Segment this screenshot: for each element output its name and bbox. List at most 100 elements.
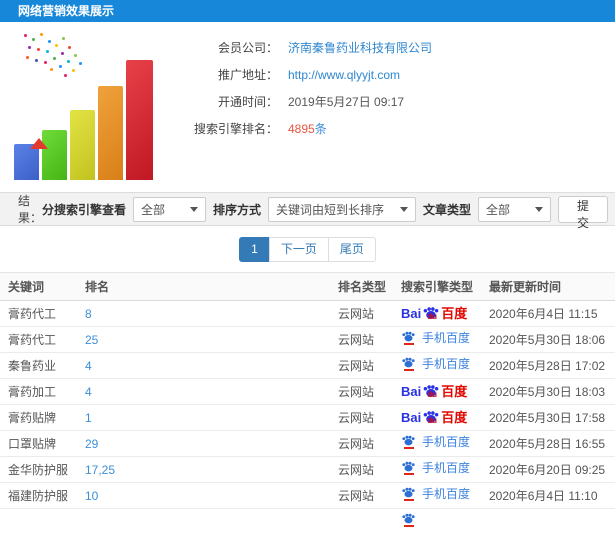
baidu-paw-icon [401,331,416,342]
rank-type-cell: 云网站 [338,482,401,509]
member-company-link[interactable]: 济南秦鲁药业科技有限公司 [288,39,432,56]
baidu-paw-icon [401,461,416,472]
growth-arrow-icon [30,124,48,149]
mobile-baidu-logo: 手机百度 [401,461,470,475]
engine-rank-unit: 条 [314,122,327,136]
rank-link[interactable]: 4 [85,385,92,399]
rank-link[interactable]: 10 [85,489,98,503]
baidu-logo: Bai du 百度 [401,383,468,400]
updated-cell: 2020年5月28日 16:55 [489,430,615,457]
keyword-cell: 膏药加工 [0,378,85,405]
updated-cell: 2020年6月20日 09:25 [489,456,615,483]
pagination-group: 1 下一页 尾页 [239,236,376,262]
page-1-button[interactable]: 1 [239,236,270,262]
rank-type-cell: 云网站 [338,326,401,353]
rank-link[interactable]: 25 [85,333,98,347]
last-page-button[interactable]: 尾页 [327,236,376,262]
keyword-cell: 口罩贴牌 [0,430,85,457]
rank-link[interactable]: 1 [85,411,92,425]
paw-underline [403,525,414,528]
updated-cell: 2020年6月4日 11:15 [489,300,615,327]
table-row: 秦鲁药业 4 云网站 手机百度 2020年5月28日 17:02 [0,352,615,379]
rank-link[interactable]: 29 [85,437,98,451]
pagination-bar: 1 下一页 尾页 [0,226,615,272]
rank-type-cell: 云网站 [338,378,401,405]
open-time-label: 开通时间： [217,95,278,109]
keyword-cell: 膏药贴牌 [0,404,85,431]
chevron-down-icon [400,206,408,212]
mobile-baidu-logo: 手机百度 [401,357,470,371]
engine-cell: 手机百度 [401,456,489,483]
keyword-cell: 膏药代工 [0,300,85,327]
engine-filter-label: 分搜索引擎查看 [42,202,127,217]
mobile-baidu-logo [401,513,416,528]
keyword-cell: 膏药代工 [0,326,85,353]
baidu-logo: Bai du 百度 [401,305,468,322]
paw-underline [403,499,414,501]
article-type-select[interactable]: 全部 [478,196,551,222]
open-time-value: 2019年5月27日 09:17 [288,95,405,109]
table-row: 金华防护服 17,25 云网站 手机百度 2020年6月20日 09:25 [0,456,615,483]
engine-cell: 手机百度 [401,430,489,457]
table-row: 膏药代工 8 云网站 Bai du 百度 2020年6月4日 11:15 [0,300,615,327]
filter-bar: 结果： 分搜索引擎查看 全部 排序方式 关键词由短到长排序 文章类型 全部 提交 [0,192,615,230]
engine-filter-select[interactable]: 全部 [133,196,206,222]
baidu-paw-icon [401,513,416,524]
engine-rank-row: 搜索引擎排名： 4895条 [192,115,432,142]
keyword-cell: 金华防护服 [0,456,85,483]
rank-type-cell: 云网站 [338,430,401,457]
promo-url-link[interactable]: http://www.qlyyjt.com [288,68,400,82]
rank-link[interactable]: 4 [85,359,92,373]
member-info-section: 会员公司： 济南秦鲁药业科技有限公司 推广地址： http://www.qlyy… [0,22,615,192]
mobile-baidu-logo: 手机百度 [401,435,470,449]
engine-cell [401,509,489,535]
engine-filter-value: 全部 [141,202,166,217]
updated-cell: 2020年5月30日 18:06 [489,326,615,353]
sort-filter-label: 排序方式 [212,202,261,217]
col-rank-type: 排名类型 [338,272,401,301]
engine-rank-count: 4895 [288,122,315,136]
open-time-row: 开通时间： 2019年5月27日 09:17 [192,88,432,115]
engine-cell: 手机百度 [401,326,489,353]
baidu-paw-icon [401,487,416,498]
chevron-down-icon [189,206,198,212]
rank-type-cell: 云网站 [338,352,401,379]
submit-button[interactable]: 提交 [557,195,609,230]
col-rank: 排名 [85,272,338,301]
updated-cell: 2020年6月4日 11:10 [489,482,615,509]
col-engine-type: 搜索引擎类型 [401,272,489,301]
engine-cell: 手机百度 [401,482,489,509]
table-row: 膏药贴牌 1 云网站 Bai du 百度 2020年5月30日 17:58 [0,404,615,431]
updated-cell: 2020年5月30日 17:58 [489,404,615,431]
promo-url-row: 推广地址： http://www.qlyyjt.com [192,61,432,88]
results-table: 关键词 排名 排名类型 搜索引擎类型 最新更新时间 膏药代工 8 云网站 Bai… [0,272,615,535]
table-row-partial [0,509,615,535]
mobile-baidu-logo: 手机百度 [401,331,470,345]
promo-url-label: 推广地址： [217,68,278,82]
rank-type-cell: 云网站 [338,300,401,327]
sort-filter-value: 关键词由短到长排序 [276,202,385,217]
filter-controls: 分搜索引擎查看 全部 排序方式 关键词由短到长排序 文章类型 全部 提交 [42,195,609,230]
member-info-fields: 会员公司： 济南秦鲁药业科技有限公司 推广地址： http://www.qlyy… [192,22,432,142]
table-row: 膏药加工 4 云网站 Bai du 百度 2020年5月30日 18:03 [0,378,615,405]
result-label: 结果： [18,194,43,225]
mobile-baidu-logo: 手机百度 [401,487,470,501]
page-title-bar: 网络营销效果展示 [0,0,615,22]
rank-link[interactable]: 17,25 [85,463,115,477]
page-title: 网络营销效果展示 [18,4,115,18]
paw-underline [403,369,414,371]
table-row: 福建防护服 10 云网站 手机百度 2020年6月4日 11:10 [0,482,615,509]
next-page-button[interactable]: 下一页 [268,236,329,262]
engine-cell: Bai du 百度 [401,300,489,327]
sort-filter-select[interactable]: 关键词由短到长排序 [268,196,416,222]
baidu-paw-icon [401,435,416,446]
table-header-row: 关键词 排名 排名类型 搜索引擎类型 最新更新时间 [0,272,615,301]
baidu-paw-icon [401,357,416,368]
engine-rank-label: 搜索引擎排名： [193,122,278,136]
updated-cell: 2020年5月30日 18:03 [489,378,615,405]
rank-link[interactable]: 8 [85,307,92,321]
article-type-label: 文章类型 [423,202,472,217]
table-row: 膏药代工 25 云网站 手机百度 2020年5月30日 18:06 [0,326,615,353]
col-keyword: 关键词 [0,272,85,301]
rank-type-cell: 云网站 [338,456,401,483]
